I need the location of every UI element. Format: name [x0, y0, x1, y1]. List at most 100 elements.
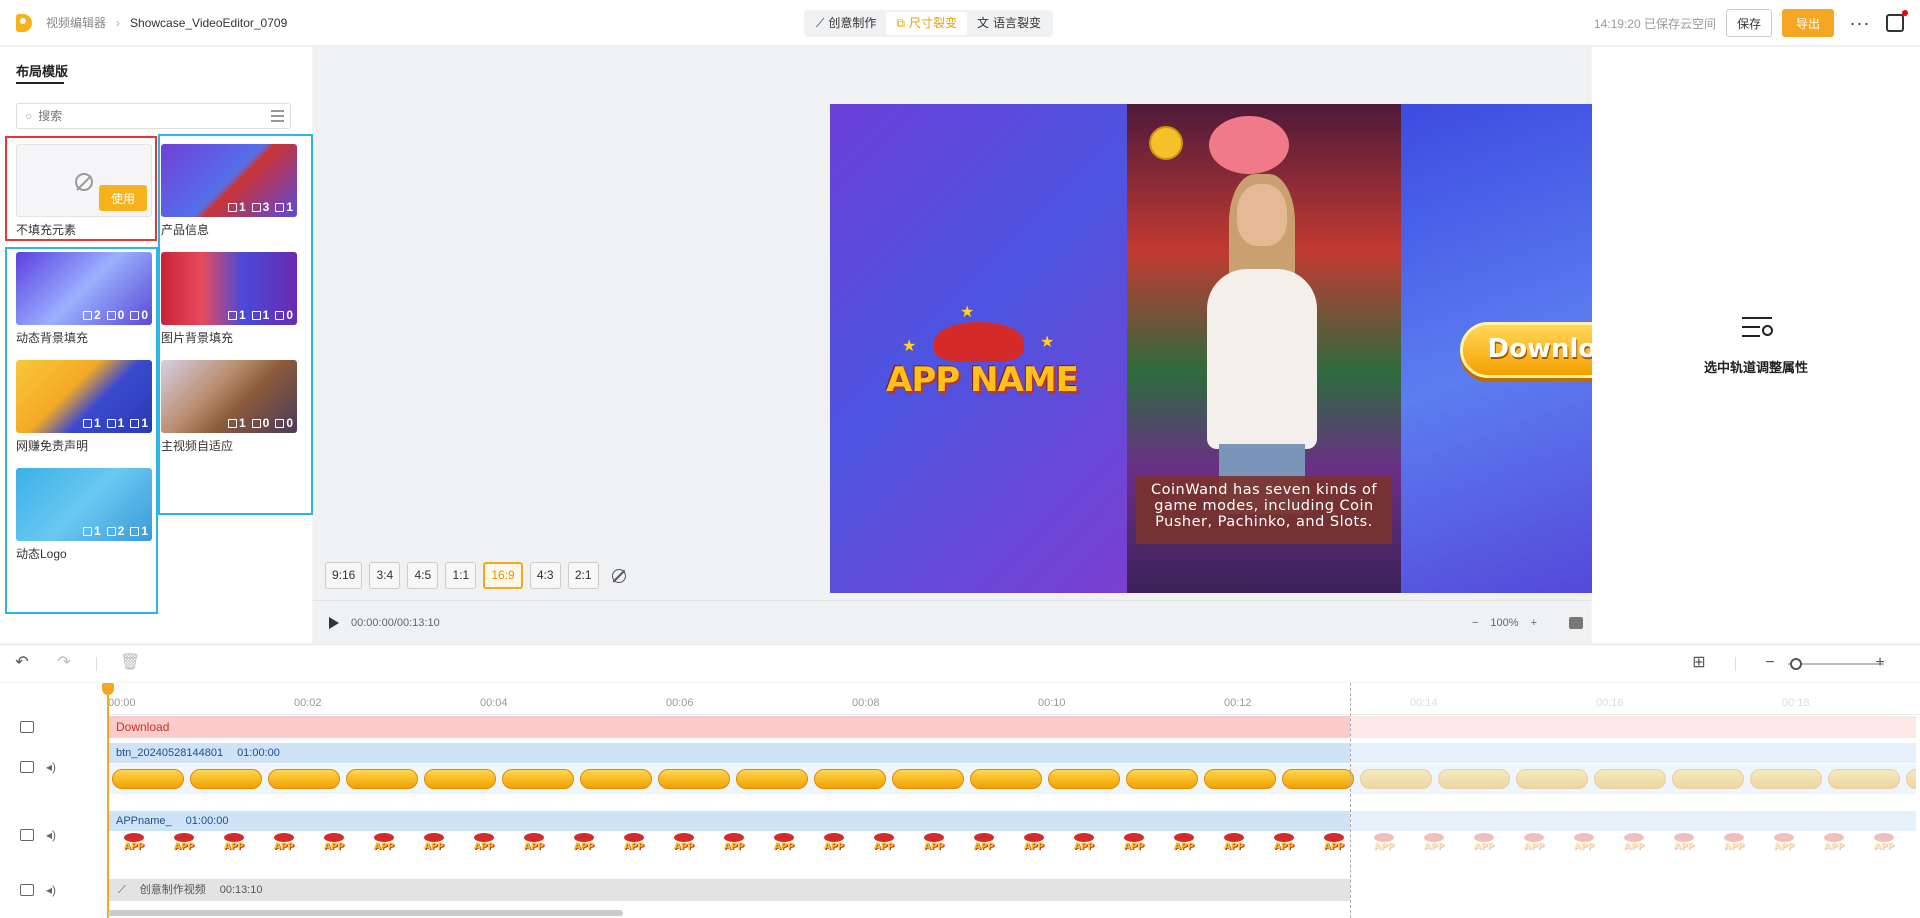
text-count-value: 0 [141, 308, 148, 322]
undo-icon[interactable]: ↶ [14, 655, 30, 671]
thumbnail: APP NAME [1712, 833, 1756, 859]
template-counts: 2 0 0 [82, 308, 148, 322]
horizontal-scrollbar[interactable] [108, 910, 623, 916]
thumbnail: APP NAME [1062, 833, 1106, 859]
thumbnail [892, 769, 964, 789]
template-card-image-bg[interactable]: 1 1 0 [161, 252, 297, 325]
video-preview[interactable]: ★ ★ ★ APP NAME CoinWand has seven kinds … [830, 104, 1700, 593]
ratio-4-3[interactable]: 4:3 [529, 562, 561, 589]
timeline-zoom-out-icon[interactable]: − [1762, 655, 1778, 671]
thumbnail [268, 769, 340, 789]
thumbnail: APP NAME [1362, 833, 1406, 859]
snapshot-icon[interactable]: ⊞ [1691, 655, 1707, 671]
timeline-zoom-knob[interactable] [1790, 658, 1802, 670]
thumbnail [1828, 769, 1900, 789]
ratio-2-1[interactable]: 2:1 [567, 562, 599, 589]
breadcrumb-root[interactable]: 视频编辑器 [46, 14, 106, 31]
thumbnail: APP NAME [712, 833, 756, 859]
text-count: 1 [275, 200, 293, 214]
redo-icon[interactable]: ↷ [56, 655, 72, 671]
tab-language[interactable]: 文语言裂变 [967, 12, 1051, 35]
template-counts: 1 3 1 [227, 200, 293, 214]
thumbnail: APP NAME [1262, 833, 1306, 859]
filter-icon[interactable] [271, 110, 284, 122]
unlink-icon[interactable] [611, 568, 626, 583]
clip-duration: 01:00:00 [185, 815, 229, 827]
volume-icon[interactable]: ◂) [46, 884, 58, 896]
tab-resize[interactable]: ⧉ 尺寸裂变 [886, 12, 968, 35]
aspect-ratio-bar: 9:16 3:4 4:5 1:1 16:9 4:3 2:1 [325, 562, 626, 589]
text-count-value: 0 [286, 416, 293, 430]
task-list-icon[interactable] [1886, 10, 1908, 32]
template-card-main-video-fit[interactable]: 1 0 0 [161, 360, 297, 433]
text-count: 0 [130, 308, 148, 322]
appname-clip-thumbnails[interactable]: APP NAMEAPP NAMEAPP NAMEAPP NAMEAPP NAME… [108, 832, 1916, 862]
time-ruler[interactable]: 00:00 00:02 00:04 00:06 00:08 00:10 00:1… [108, 683, 1920, 715]
template-label: 产品信息 [161, 223, 210, 237]
ratio-3-4[interactable]: 3:4 [369, 562, 401, 589]
button-clip-header[interactable]: btn_20240528144801 01:00:00 [108, 743, 1350, 763]
ratio-16-9[interactable]: 16:9 [483, 562, 523, 589]
piggy-bank-image [1209, 116, 1289, 174]
thumbnail: APP NAME [1562, 833, 1606, 859]
thumbnail: APP NAME [312, 833, 356, 859]
zoom-in-icon[interactable]: + [1531, 617, 1537, 629]
template-card-disclaimer[interactable]: 1 1 1 [16, 360, 152, 433]
use-template-button[interactable]: 使用 [99, 185, 147, 211]
fit-screen-icon[interactable] [1569, 617, 1583, 629]
tab-creative[interactable]: ⟋ 创意制作 [806, 12, 886, 35]
video-count: 1 [82, 416, 101, 430]
appname-clip-header[interactable]: APPname_ 01:00:00 [108, 811, 1350, 831]
timeline-zoom-slider[interactable] [1788, 663, 1884, 665]
video-count-value: 1 [238, 200, 246, 214]
template-label: 网赚免责声明 [16, 439, 89, 453]
template-card-dynamic-bg[interactable]: 2 0 0 [16, 252, 152, 325]
volume-icon[interactable]: ◂) [46, 761, 58, 773]
thumbnail [658, 769, 730, 789]
properties-panel: 选中轨道调整属性 [1592, 47, 1920, 643]
tick-label: 00:04 [480, 697, 508, 709]
main-video-clip[interactable]: ⟋ 创意制作视频 00:13:10 [108, 879, 1350, 901]
template-card-product-info[interactable]: 1 3 1 [161, 144, 297, 217]
thumbnail: APP NAME [612, 833, 656, 859]
template-card-dynamic-logo[interactable]: 1 2 1 [16, 468, 152, 541]
thumbnail [502, 769, 574, 789]
image-count-value: 1 [262, 308, 270, 322]
search-input[interactable] [38, 109, 239, 123]
ratio-9-16[interactable]: 9:16 [325, 562, 363, 589]
video-icon [82, 418, 92, 428]
thumbnail: APP NAME [762, 833, 806, 859]
text-icon [130, 418, 140, 428]
thumbnail [814, 769, 886, 789]
delete-icon[interactable]: 🗑 [120, 655, 140, 671]
preview-zoom: − 100% + [1472, 617, 1537, 629]
player-controls: 00:00:00/00:13:10 − 100% + [325, 613, 1591, 633]
template-search: ○ [16, 103, 291, 129]
playhead[interactable] [107, 683, 109, 918]
top-actions: 14:19:20 已保存云空间 保存 导出 ··· [1594, 9, 1908, 37]
save-button[interactable]: 保存 [1725, 9, 1772, 37]
text-count: 0 [275, 308, 293, 322]
playhead-handle[interactable] [102, 683, 114, 695]
button-clip-thumbnails[interactable] [108, 764, 1916, 794]
ratio-1-1[interactable]: 1:1 [445, 562, 477, 589]
thumbnail [1048, 769, 1120, 789]
volume-icon[interactable]: ◂) [46, 829, 58, 841]
star-icon: ★ [902, 338, 917, 355]
thumbnail: APP NAME [1812, 833, 1856, 859]
text-clip[interactable]: Download [108, 716, 1350, 738]
zoom-out-icon[interactable]: − [1472, 617, 1478, 629]
thumbnail: APP NAME [1412, 833, 1456, 859]
app-logo-icon[interactable] [16, 13, 32, 32]
video-track-icon [20, 829, 34, 841]
timeline-zoom-in-icon[interactable]: + [1872, 655, 1888, 671]
more-menu-icon[interactable]: ··· [1844, 13, 1876, 34]
template-card-no-fill[interactable]: 使用 [16, 144, 152, 217]
thumbnail [1438, 769, 1510, 789]
star-icon: ★ [1040, 334, 1055, 351]
play-icon[interactable] [329, 617, 339, 629]
ratio-4-5[interactable]: 4:5 [407, 562, 439, 589]
mode-tabs: ⟋ 创意制作 ⧉ 尺寸裂变 文语言裂变 [804, 10, 1054, 37]
export-button[interactable]: 导出 [1781, 9, 1834, 37]
image-count: 1 [251, 308, 270, 322]
